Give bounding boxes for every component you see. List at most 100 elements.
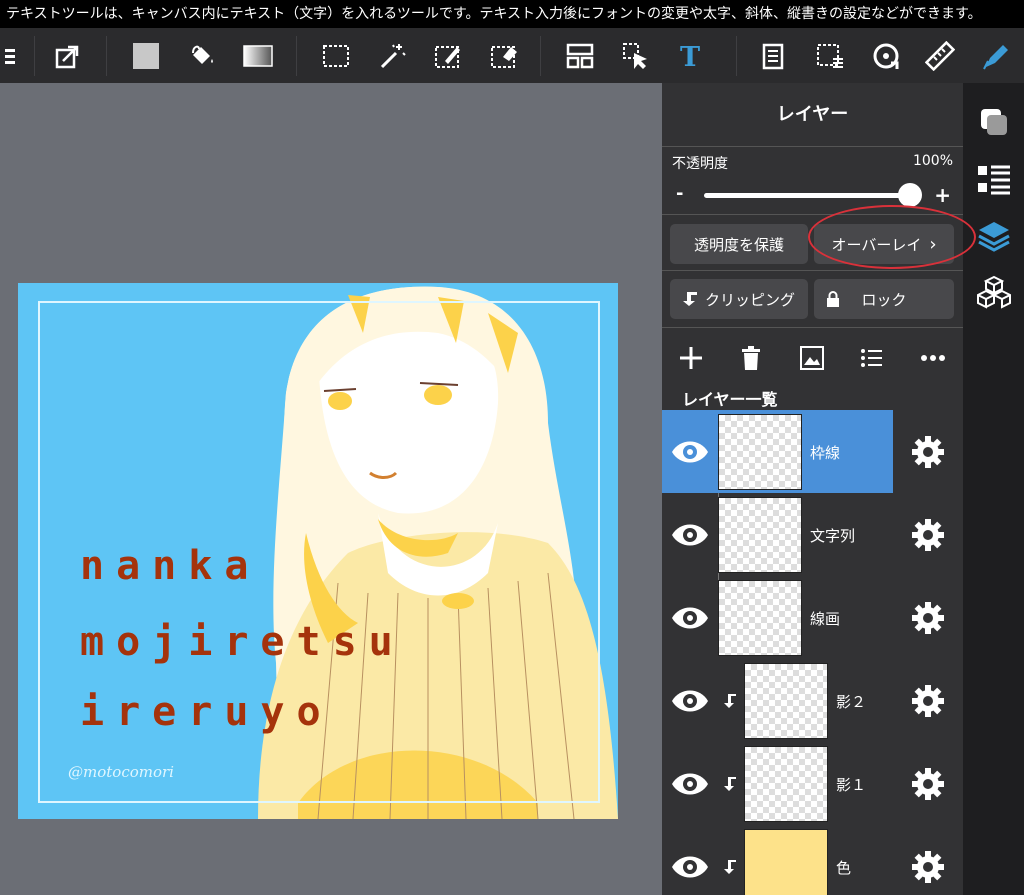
- fill-tool-button[interactable]: [180, 28, 224, 83]
- layer-thumbnail: [744, 746, 828, 822]
- gear-icon[interactable]: [910, 766, 946, 802]
- opacity-slider-knob[interactable]: [898, 183, 922, 207]
- opacity-decrease-button[interactable]: -: [676, 183, 683, 204]
- rotate-button[interactable]: [864, 28, 908, 83]
- clipping-arrow-icon: [682, 292, 697, 306]
- more-options-button[interactable]: [917, 342, 949, 374]
- layer-thumbnail: [718, 497, 802, 573]
- eye-icon[interactable]: [670, 434, 710, 470]
- gear-icon[interactable]: [910, 600, 946, 636]
- layer-name: 線画: [810, 610, 841, 628]
- export-button[interactable]: [46, 28, 90, 83]
- protect-alpha-label: 透明度を保護: [693, 235, 784, 254]
- chevron-right-icon: ›: [929, 233, 937, 255]
- gear-icon[interactable]: [910, 683, 946, 719]
- toolbar: T: [0, 28, 1024, 83]
- delete-layer-button[interactable]: [735, 342, 767, 374]
- artwork[interactable]: nanka mojiretsu ireruyo @motocomori: [18, 283, 618, 819]
- hamburger-icon: [5, 48, 15, 64]
- layer-name: 色: [836, 859, 852, 877]
- opacity-increase-button[interactable]: +: [934, 183, 951, 207]
- dashed-rect-icon: [323, 44, 349, 67]
- canvas-area[interactable]: nanka mojiretsu ireruyo @motocomori: [0, 83, 662, 895]
- opacity-label: 不透明度: [672, 156, 728, 172]
- lock-label: ロック: [861, 290, 907, 309]
- color-panel-icon: [981, 109, 1007, 135]
- select-rect-button[interactable]: [314, 28, 358, 83]
- layers-icon: [978, 222, 1010, 252]
- select-pen-button[interactable]: [426, 28, 470, 83]
- layer-name: 文字列: [810, 527, 856, 545]
- layer-name: 影１: [836, 776, 867, 794]
- clipping-indicator-icon: [724, 777, 736, 791]
- move-tool-button[interactable]: [614, 28, 658, 83]
- color-swatch-icon: [133, 42, 159, 69]
- paint-bucket-icon: [192, 45, 213, 64]
- layer-row[interactable]: 枠線: [662, 410, 893, 493]
- eye-icon[interactable]: [670, 849, 710, 885]
- layer-panel-tab[interactable]: [975, 217, 1013, 255]
- selection-list-button[interactable]: [808, 28, 852, 83]
- text-tool-button[interactable]: T: [668, 28, 712, 83]
- text-icon: T: [680, 42, 700, 71]
- protect-alpha-button[interactable]: 透明度を保護: [670, 224, 808, 264]
- layer-row[interactable]: 影１: [662, 742, 963, 825]
- eye-icon[interactable]: [670, 766, 710, 802]
- lock-icon: [827, 291, 839, 307]
- brush-tool-button[interactable]: [974, 28, 1018, 83]
- blend-mode-button[interactable]: オーバーレイ ›: [814, 224, 954, 264]
- menu-button[interactable]: [0, 28, 26, 83]
- select-eraser-button[interactable]: [482, 28, 526, 83]
- gear-icon[interactable]: [910, 849, 946, 885]
- layer-list-button[interactable]: [856, 342, 888, 374]
- layer-row[interactable]: 影２: [662, 659, 963, 742]
- trash-icon: [742, 346, 760, 370]
- clipping-button[interactable]: クリッピング: [670, 279, 808, 319]
- layer-row[interactable]: 線画: [662, 576, 963, 659]
- gradient-icon: [243, 44, 273, 67]
- add-layer-button[interactable]: [675, 342, 707, 374]
- layer-panel: レイヤー 不透明度 100% - + 透明度を保護 オーバーレイ › クリッピン…: [662, 83, 963, 895]
- art-text-line-2: mojiretsu: [80, 619, 405, 665]
- layer-actions: [662, 338, 963, 378]
- layer-thumbnail: [718, 580, 802, 656]
- gear-icon[interactable]: [910, 434, 946, 470]
- document-button[interactable]: [752, 28, 796, 83]
- layout-button[interactable]: [558, 28, 602, 83]
- magic-wand-button[interactable]: [370, 28, 414, 83]
- color-panel-tab[interactable]: [975, 103, 1013, 141]
- svg-text:T: T: [680, 42, 700, 71]
- export-icon: [55, 45, 79, 68]
- brush-panel-tab[interactable]: [975, 160, 1013, 198]
- layer-row[interactable]: 色: [662, 825, 963, 895]
- layer-thumbnail: [744, 663, 828, 739]
- more-dots-icon: [921, 355, 945, 361]
- opacity-value: 100%: [912, 153, 953, 169]
- ruler-button[interactable]: [918, 28, 962, 83]
- gear-icon[interactable]: [910, 517, 946, 553]
- brush-list-icon: [978, 165, 1010, 195]
- layer-row[interactable]: 文字列: [662, 493, 963, 576]
- layer-list-label: レイヤー一覧: [682, 390, 778, 409]
- panel-title: レイヤー: [662, 83, 963, 147]
- art-signature: @motocomori: [68, 763, 174, 781]
- clipping-indicator-icon: [724, 860, 736, 874]
- opacity-slider[interactable]: [704, 193, 910, 198]
- gradient-tool-button[interactable]: [236, 28, 280, 83]
- art-text-line-3: ireruyo: [80, 689, 333, 735]
- color-button[interactable]: [124, 28, 168, 83]
- tutorial-caption: テキストツールは、キャンバス内にテキスト（文字）を入れるツールです。テキスト入力…: [0, 0, 1024, 28]
- eye-icon[interactable]: [670, 600, 710, 636]
- materials-panel-tab[interactable]: [975, 273, 1013, 311]
- magic-wand-icon: [380, 43, 406, 68]
- art-text-line-1: nanka: [80, 543, 261, 589]
- eye-icon[interactable]: [670, 683, 710, 719]
- import-image-button[interactable]: [796, 342, 828, 374]
- select-pen-icon: [435, 45, 460, 68]
- layer-thumbnail: [744, 829, 828, 895]
- list-icon: [861, 349, 882, 367]
- eye-icon[interactable]: [670, 517, 710, 553]
- lock-button[interactable]: ロック: [814, 279, 954, 319]
- rotate-icon: [873, 43, 899, 69]
- app-window: テキストツールは、キャンバス内にテキスト（文字）を入れるツールです。テキスト入力…: [0, 0, 1024, 895]
